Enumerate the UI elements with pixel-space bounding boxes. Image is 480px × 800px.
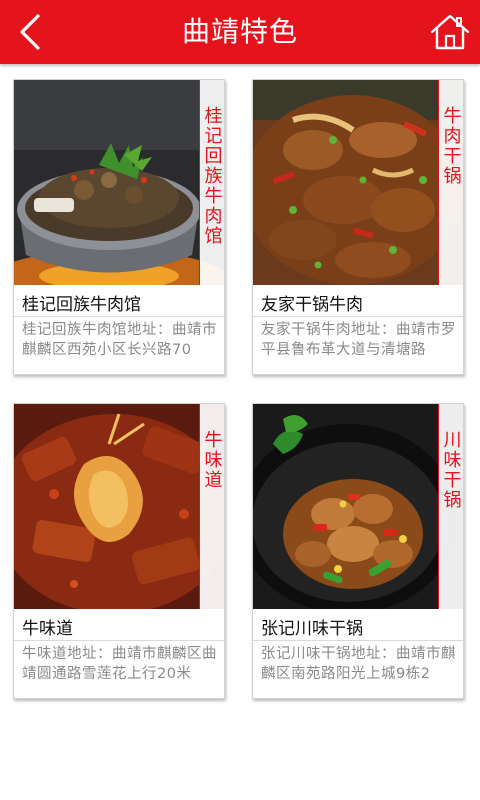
restaurant-card[interactable]: 川味干锅 张记川味干锅 张记川味干锅地址：曲靖市麒麟区南苑路阳光上城9栋2 (252, 403, 464, 699)
food-photo: 桂记回族牛肉馆 (14, 80, 224, 285)
restaurant-address: 张记川味干锅地址：曲靖市麒麟区南苑路阳光上城9栋2 (261, 646, 456, 682)
divider (14, 316, 224, 317)
restaurant-card[interactable]: 桂记回族牛肉馆 桂记回族牛肉馆 桂记回族牛肉馆地址：曲靖市麒麟区西苑小区长兴路7… (13, 79, 225, 375)
divider (253, 316, 463, 317)
food-photo: 牛味道 (14, 404, 224, 609)
restaurant-address: 牛味道地址：曲靖市麒麟区曲靖圆通路雪莲花上行20米 (22, 646, 217, 682)
home-button[interactable] (426, 8, 474, 56)
dish-tag: 川味干锅 (438, 404, 463, 609)
restaurant-address: 桂记回族牛肉馆地址：曲靖市麒麟区西苑小区长兴路70 (22, 322, 217, 358)
dish-tag: 牛味道 (199, 404, 224, 609)
restaurant-address: 友家干锅牛肉地址：曲靖市罗平县鲁布革大道与清塘路 (261, 322, 456, 358)
divider (14, 640, 224, 641)
divider (253, 640, 463, 641)
home-icon (430, 14, 470, 50)
restaurant-name: 桂记回族牛肉馆 (22, 295, 141, 315)
restaurant-name: 牛味道 (22, 619, 73, 639)
dish-tag: 牛肉干锅 (438, 80, 463, 285)
restaurant-card[interactable]: 牛肉干锅 友家干锅牛肉 友家干锅牛肉地址：曲靖市罗平县鲁布革大道与清塘路 (252, 79, 464, 375)
restaurant-name: 友家干锅牛肉 (261, 295, 363, 315)
food-photo: 牛肉干锅 (253, 80, 463, 285)
app-header: 曲靖特色 (0, 0, 480, 64)
food-photo: 川味干锅 (253, 404, 463, 609)
restaurant-card[interactable]: 牛味道 牛味道 牛味道地址：曲靖市麒麟区曲靖圆通路雪莲花上行20米 (13, 403, 225, 699)
dish-tag: 桂记回族牛肉馆 (199, 80, 224, 285)
page-title: 曲靖特色 (181, 15, 298, 48)
restaurant-name: 张记川味干锅 (261, 619, 363, 639)
